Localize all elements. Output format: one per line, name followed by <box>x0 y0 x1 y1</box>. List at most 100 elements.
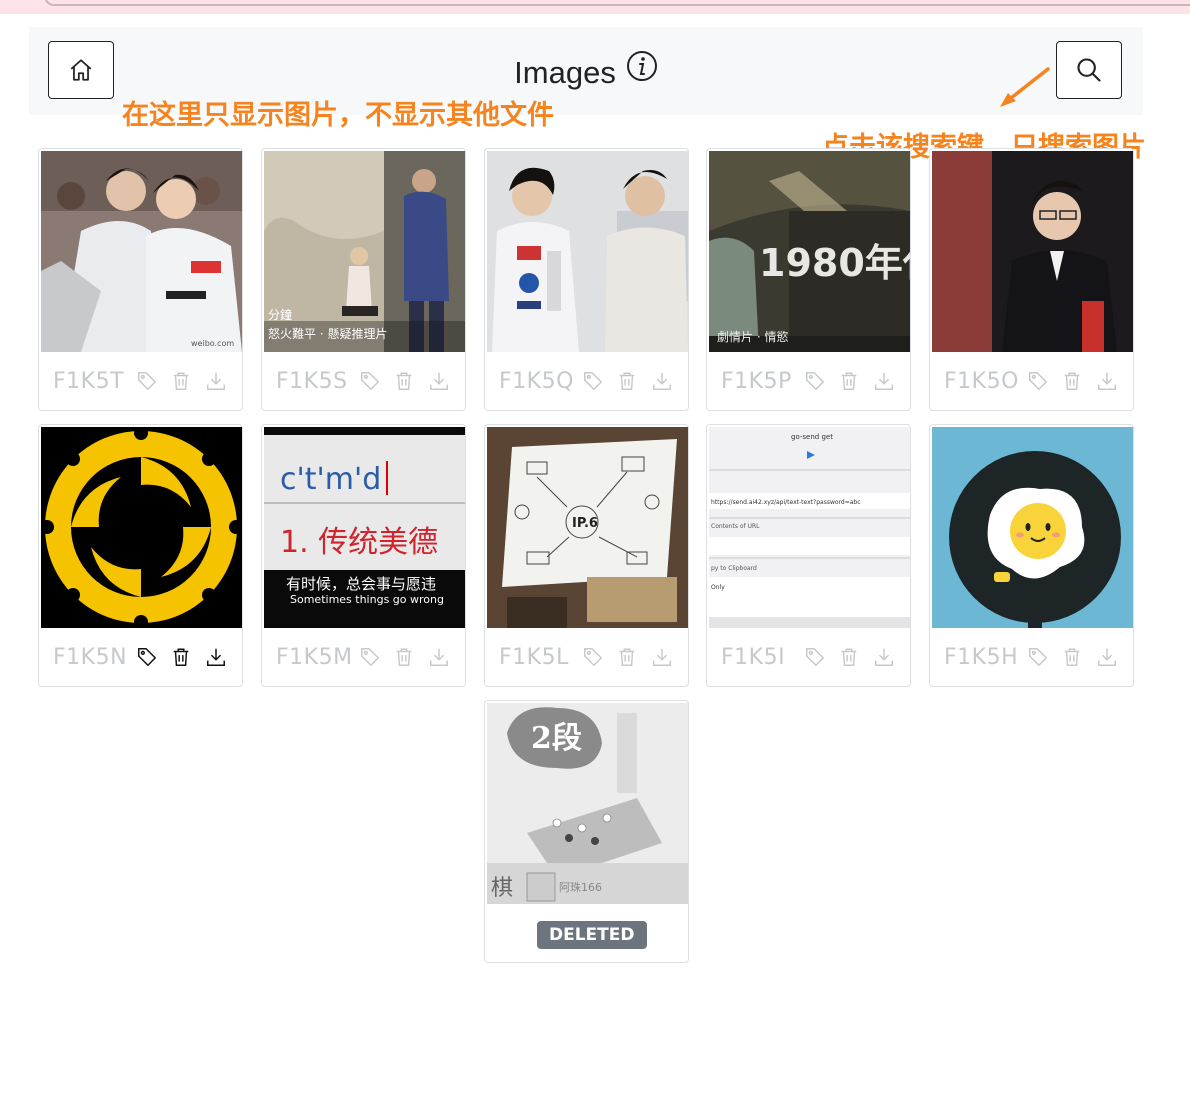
image-thumbnail[interactable]: 2段 棋 阿珠166 <box>487 703 688 904</box>
card-footer: F1K5S <box>276 363 456 399</box>
thumb-caption: 阿珠166 <box>559 880 602 894</box>
annotation-left: 在这里只显示图片，不显示其他文件 <box>122 100 554 131</box>
image-thumbnail[interactable]: c't'm'd 1. 传统美德 有时候，总会事与愿违 Sometimes thi… <box>264 427 465 628</box>
tag-icon[interactable] <box>576 646 610 668</box>
image-thumbnail[interactable]: 1980年代 劇情片 · 情慾 <box>709 151 910 352</box>
thumb-caption: 怒火難平 · 懸疑推理片 <box>268 326 387 341</box>
download-icon[interactable] <box>199 370 233 392</box>
card-footer: F1K5T <box>53 363 233 399</box>
image-thumbnail[interactable] <box>932 151 1133 352</box>
thumb-caption: IP.6 <box>572 516 598 531</box>
tag-icon[interactable] <box>576 370 610 392</box>
card-footer: F1K5H <box>944 639 1124 675</box>
trash-icon[interactable] <box>832 646 866 668</box>
address-bar-edge <box>44 0 1190 6</box>
tag-icon[interactable] <box>1021 646 1055 668</box>
image-thumbnail[interactable] <box>41 427 242 628</box>
thumb-caption: Only <box>711 584 725 591</box>
image-card[interactable]: 分鐘 怒火難平 · 懸疑推理片 F1K5S <box>261 148 466 411</box>
image-card[interactable]: 1980年代 劇情片 · 情慾 F1K5P <box>706 148 911 411</box>
image-thumbnail[interactable]: IP.6 <box>487 427 688 628</box>
search-button[interactable] <box>1056 41 1122 99</box>
image-code: F1K5T <box>53 368 125 394</box>
download-icon[interactable] <box>422 370 456 392</box>
card-footer: F1K5O <box>944 363 1124 399</box>
image-code: F1K5O <box>944 368 1019 394</box>
image-code: F1K5L <box>499 644 569 670</box>
svg-text:weibo.com: weibo.com <box>191 339 234 348</box>
image-thumbnail[interactable]: weibo.com <box>41 151 242 352</box>
thumb-caption: c't'm'd <box>280 462 381 497</box>
deleted-badge: DELETED <box>537 921 647 949</box>
image-card[interactable]: F1K5N <box>38 424 243 687</box>
image-code: F1K5I <box>721 644 786 670</box>
card-footer: F1K5Q <box>499 363 679 399</box>
image-code: F1K5M <box>276 644 353 670</box>
image-thumbnail[interactable]: go-send get https://send.ai42.xyz/api/te… <box>709 427 910 628</box>
image-card[interactable]: F1K5Q <box>484 148 689 411</box>
page-title: Images <box>514 55 616 90</box>
thumb-caption: https://send.ai42.xyz/api/text-text?pass… <box>711 499 861 506</box>
trash-icon[interactable] <box>610 646 644 668</box>
thumb-caption: py to Clipboard <box>711 565 757 572</box>
image-code: F1K5Q <box>499 368 574 394</box>
thumb-caption: 分鐘 <box>268 307 292 322</box>
download-icon[interactable] <box>1090 646 1124 668</box>
image-thumbnail[interactable] <box>487 151 688 352</box>
trash-icon[interactable] <box>1055 370 1089 392</box>
image-code: F1K5N <box>53 644 128 670</box>
thumb-caption: Contents of URL <box>711 523 760 530</box>
card-footer: F1K5I <box>721 639 901 675</box>
thumb-caption: 棋 <box>491 876 513 901</box>
tag-icon[interactable] <box>130 370 164 392</box>
image-card-deleted[interactable]: 2段 棋 阿珠166 DELETED <box>484 700 689 963</box>
image-code: F1K5H <box>944 644 1019 670</box>
download-icon[interactable] <box>199 646 233 668</box>
tag-icon[interactable] <box>798 646 832 668</box>
tag-icon[interactable] <box>353 646 387 668</box>
thumb-caption: 劇情片 · 情慾 <box>717 329 788 344</box>
image-thumbnail[interactable] <box>932 427 1133 628</box>
image-code: F1K5P <box>721 368 792 394</box>
trash-icon[interactable] <box>832 370 866 392</box>
image-card[interactable]: c't'm'd 1. 传统美德 有时候，总会事与愿违 Sometimes thi… <box>261 424 466 687</box>
download-icon[interactable] <box>645 370 679 392</box>
download-icon[interactable] <box>422 646 456 668</box>
trash-icon[interactable] <box>1055 646 1089 668</box>
tag-icon[interactable] <box>1021 370 1055 392</box>
image-code: F1K5S <box>276 368 348 394</box>
thumb-caption: go-send get <box>791 433 833 441</box>
search-icon <box>1077 58 1101 82</box>
image-thumbnail[interactable]: 分鐘 怒火難平 · 懸疑推理片 <box>264 151 465 352</box>
image-card[interactable]: weibo.com F1K5T <box>38 148 243 411</box>
download-icon[interactable] <box>1090 370 1124 392</box>
browser-top-strip <box>0 0 1190 14</box>
thumb-caption: Sometimes things go wrong <box>290 593 444 606</box>
image-card[interactable]: go-send get https://send.ai42.xyz/api/te… <box>706 424 911 687</box>
info-icon[interactable] <box>626 50 658 94</box>
download-icon[interactable] <box>867 646 901 668</box>
download-icon[interactable] <box>645 646 679 668</box>
trash-icon[interactable] <box>164 370 198 392</box>
trash-icon[interactable] <box>387 646 421 668</box>
tag-icon[interactable] <box>353 370 387 392</box>
thumb-caption: 2段 <box>531 721 582 756</box>
trash-icon[interactable] <box>164 646 198 668</box>
image-card[interactable]: IP.6 F1K5L <box>484 424 689 687</box>
card-footer: F1K5L <box>499 639 679 675</box>
card-footer: F1K5M <box>276 639 456 675</box>
annotation-arrow <box>1000 67 1050 107</box>
trash-icon[interactable] <box>610 370 644 392</box>
thumb-caption: 1. 传统美德 <box>280 525 438 560</box>
thumb-caption: 1980年代 <box>759 241 910 285</box>
thumb-caption: 有时候，总会事与愿违 <box>286 575 436 593</box>
trash-icon[interactable] <box>387 370 421 392</box>
download-icon[interactable] <box>867 370 901 392</box>
image-card[interactable]: F1K5H <box>929 424 1134 687</box>
tag-icon[interactable] <box>798 370 832 392</box>
page-title-wrap: Images <box>29 50 1143 97</box>
tag-icon[interactable] <box>130 646 164 668</box>
card-footer: F1K5P <box>721 363 901 399</box>
image-card[interactable]: F1K5O <box>929 148 1134 411</box>
card-footer: F1K5N <box>53 639 233 675</box>
